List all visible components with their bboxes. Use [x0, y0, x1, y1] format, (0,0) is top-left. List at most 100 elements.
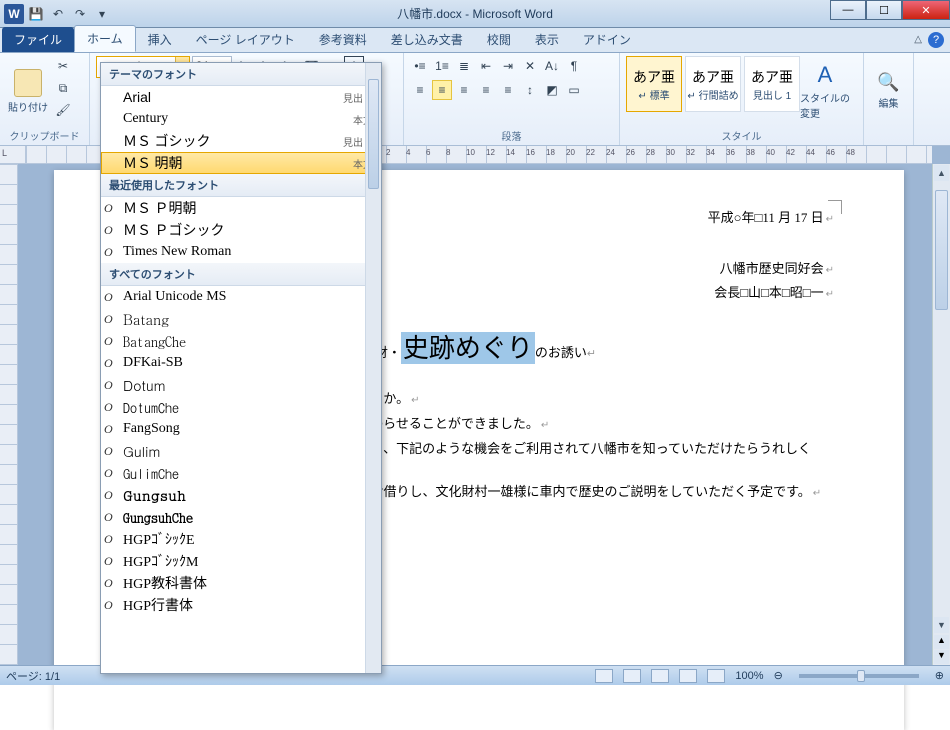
editing-label: 編集 [879, 95, 899, 110]
ruler-number: 46 [826, 148, 835, 157]
view-web-button[interactable] [651, 669, 669, 683]
font-option[interactable]: OBatang [101, 308, 381, 330]
ruler-number: 16 [526, 148, 535, 157]
font-option[interactable]: OGungsuhChe [101, 506, 381, 528]
align-right-button[interactable]: ≡ [454, 80, 474, 100]
sort-button[interactable]: A↓ [542, 56, 562, 76]
line-spacing-button[interactable]: ↕ [520, 80, 540, 100]
font-option[interactable]: OHGPｺﾞｼｯｸM [101, 550, 381, 572]
ruler-number: 12 [486, 148, 495, 157]
change-styles-button[interactable]: Aスタイルの 変更 [803, 56, 847, 126]
font-option[interactable]: OHGP教科書体 [101, 572, 381, 594]
view-fullscreen-button[interactable] [623, 669, 641, 683]
tab-pagelayout[interactable]: ページ レイアウト [184, 27, 307, 52]
font-option[interactable]: OGulimChe [101, 462, 381, 484]
font-option[interactable]: OFangSong [101, 418, 381, 440]
zoom-value[interactable]: 100% [735, 670, 763, 682]
asian-layout-button[interactable]: ✕ [520, 56, 540, 76]
font-option[interactable]: OArial Unicode MS [101, 286, 381, 308]
font-option[interactable]: OGungsuh [101, 484, 381, 506]
copy-button[interactable]: ⧉ [53, 78, 73, 98]
tab-insert[interactable]: 挿入 [136, 27, 184, 52]
vertical-ruler[interactable] [0, 164, 18, 665]
align-left-button[interactable]: ≡ [410, 80, 430, 100]
tab-home[interactable]: ホーム [74, 25, 136, 52]
tab-references[interactable]: 参考資料 [307, 27, 379, 52]
fontdd-section-recent: 最近使用したフォント [101, 174, 381, 197]
zoom-in-button[interactable]: ⊕ [935, 669, 944, 682]
font-option[interactable]: ODotum [101, 374, 381, 396]
tab-view[interactable]: 表示 [523, 27, 571, 52]
ruler-number: 38 [746, 148, 755, 157]
next-page-button[interactable]: ▼ [934, 650, 949, 664]
opentype-icon: O [104, 488, 113, 503]
scroll-down-button[interactable]: ▼ [934, 617, 949, 633]
font-option[interactable]: OＭＳ Ｐ明朝 [101, 197, 381, 219]
font-option[interactable]: OTimes New Roman [101, 241, 381, 263]
indent-inc-button[interactable]: ⇥ [498, 56, 518, 76]
font-option[interactable]: ODotumChe [101, 396, 381, 418]
font-option[interactable]: Arial見出し [101, 86, 381, 108]
paste-button[interactable]: 貼り付け [6, 56, 50, 126]
borders-button[interactable]: ▭ [564, 80, 584, 100]
opentype-icon: O [104, 554, 113, 569]
vertical-scrollbar[interactable]: ▲ ▼ ▲ ▼ [932, 164, 950, 665]
ruler-number: 40 [766, 148, 775, 157]
ruler-number: 10 [466, 148, 475, 157]
bullets-button[interactable]: •≡ [410, 56, 430, 76]
view-draft-button[interactable] [707, 669, 725, 683]
fontdd-scrollbar[interactable] [365, 63, 381, 673]
font-option[interactable]: Century本文 [101, 108, 381, 130]
align-distribute-button[interactable]: ≡ [498, 80, 518, 100]
opentype-icon: O [104, 312, 113, 327]
tab-file[interactable]: ファイル [2, 27, 74, 52]
cut-button[interactable]: ✂ [53, 56, 73, 76]
style-item-1[interactable]: あア亜↵ 行間詰め [685, 56, 741, 112]
font-option[interactable]: OHGPｺﾞｼｯｸE [101, 528, 381, 550]
ribbon-minimize-icon[interactable]: △ [914, 34, 922, 45]
status-page[interactable]: ページ: 1/1 [6, 668, 60, 684]
shading-button[interactable]: ◩ [542, 80, 562, 100]
numbering-button[interactable]: 1≡ [432, 56, 452, 76]
align-justify-button[interactable]: ≡ [476, 80, 496, 100]
formatpainter-button[interactable]: 🖌 [53, 100, 73, 120]
paste-label: 貼り付け [8, 99, 48, 114]
scroll-up-button[interactable]: ▲ [934, 165, 949, 181]
prev-page-button[interactable]: ▲ [934, 635, 949, 649]
align-center-button[interactable]: ≡ [432, 80, 452, 100]
view-outline-button[interactable] [679, 669, 697, 683]
ruler-number: 48 [846, 148, 855, 157]
window-close-button[interactable]: ✕ [902, 0, 950, 20]
zoom-slider[interactable] [799, 674, 919, 678]
tab-addin[interactable]: アドイン [571, 27, 643, 52]
ribbon-group-styles: あア亜↵ 標準あア亜↵ 行間詰めあア亜見出し 1Aスタイルの 変更 スタイル [620, 53, 864, 145]
font-option[interactable]: OHGP行書体 [101, 594, 381, 616]
font-option[interactable]: OＭＳ Ｐゴシック [101, 219, 381, 241]
doc-title-post: のお誘い [535, 345, 587, 360]
fontdd-scroll-thumb[interactable] [368, 79, 379, 189]
font-option[interactable]: ＭＳ 明朝本文 [101, 152, 381, 174]
help-icon[interactable]: ? [928, 32, 944, 48]
zoom-out-button[interactable]: ⊖ [774, 669, 783, 682]
style-item-2[interactable]: あア亜見出し 1 [744, 56, 800, 112]
fontdd-section-all: すべてのフォント [101, 263, 381, 286]
editing-button[interactable]: 🔍 編集 [870, 56, 907, 126]
font-option[interactable]: OGulim [101, 440, 381, 462]
tab-review[interactable]: 校閲 [475, 27, 523, 52]
indent-dec-button[interactable]: ⇤ [476, 56, 496, 76]
font-option[interactable]: ＭＳ ゴシック見出し [101, 130, 381, 152]
view-print-layout-button[interactable] [595, 669, 613, 683]
multilevel-button[interactable]: ≣ [454, 56, 474, 76]
scroll-thumb[interactable] [935, 190, 948, 310]
font-option[interactable]: OBatangChe [101, 330, 381, 352]
font-dropdown[interactable]: テーマのフォント Arial見出しCentury本文ＭＳ ゴシック見出しＭＳ 明… [100, 62, 382, 674]
font-option[interactable]: ODFKai-SB [101, 352, 381, 374]
ruler-number: 30 [666, 148, 675, 157]
zoom-slider-knob[interactable] [857, 670, 865, 682]
doc-title-selection[interactable]: 史跡めぐり [401, 332, 535, 364]
window-minimize-button[interactable]: — [830, 0, 866, 20]
window-maximize-button[interactable]: ☐ [866, 0, 902, 20]
show-marks-button[interactable]: ¶ [564, 56, 584, 76]
tab-mailings[interactable]: 差し込み文書 [379, 27, 475, 52]
style-item-0[interactable]: あア亜↵ 標準 [626, 56, 682, 112]
